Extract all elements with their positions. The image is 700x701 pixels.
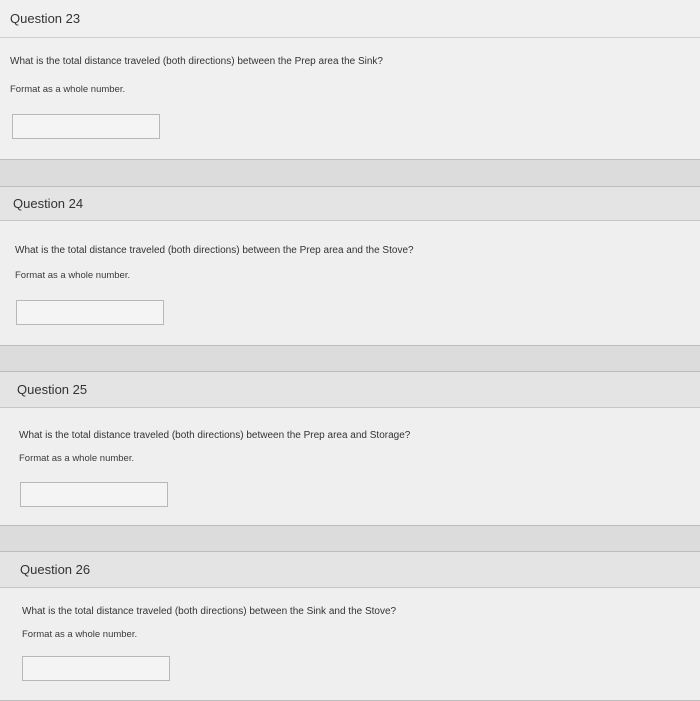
question-header: Question 26 (0, 552, 700, 588)
question-card-23: Question 23 What is the total distance t… (0, 0, 700, 160)
question-text: What is the total distance traveled (bot… (19, 430, 411, 441)
question-header: Question 23 (0, 0, 700, 38)
question-title: Question 23 (10, 11, 81, 26)
answer-input[interactable] (20, 482, 168, 507)
question-header: Question 24 (0, 187, 700, 221)
format-hint: Format as a whole number. (22, 629, 138, 640)
question-text: What is the total distance traveled (bot… (22, 606, 397, 617)
question-header: Question 25 (0, 372, 700, 408)
question-card-25: Question 25 What is the total distance t… (0, 371, 700, 526)
format-hint: Format as a whole number. (10, 84, 126, 95)
question-text: What is the total distance traveled (bot… (15, 245, 414, 256)
question-card-24: Question 24 What is the total distance t… (0, 186, 700, 346)
question-title: Question 26 (20, 562, 91, 577)
question-card-26: Question 26 What is the total distance t… (0, 551, 700, 701)
question-text: What is the total distance traveled (bot… (10, 56, 383, 67)
answer-input[interactable] (22, 656, 170, 681)
format-hint: Format as a whole number. (19, 453, 135, 464)
question-title: Question 24 (13, 196, 84, 211)
question-title: Question 25 (17, 382, 88, 397)
format-hint: Format as a whole number. (15, 270, 131, 281)
answer-input[interactable] (16, 300, 164, 325)
answer-input[interactable] (12, 114, 160, 139)
